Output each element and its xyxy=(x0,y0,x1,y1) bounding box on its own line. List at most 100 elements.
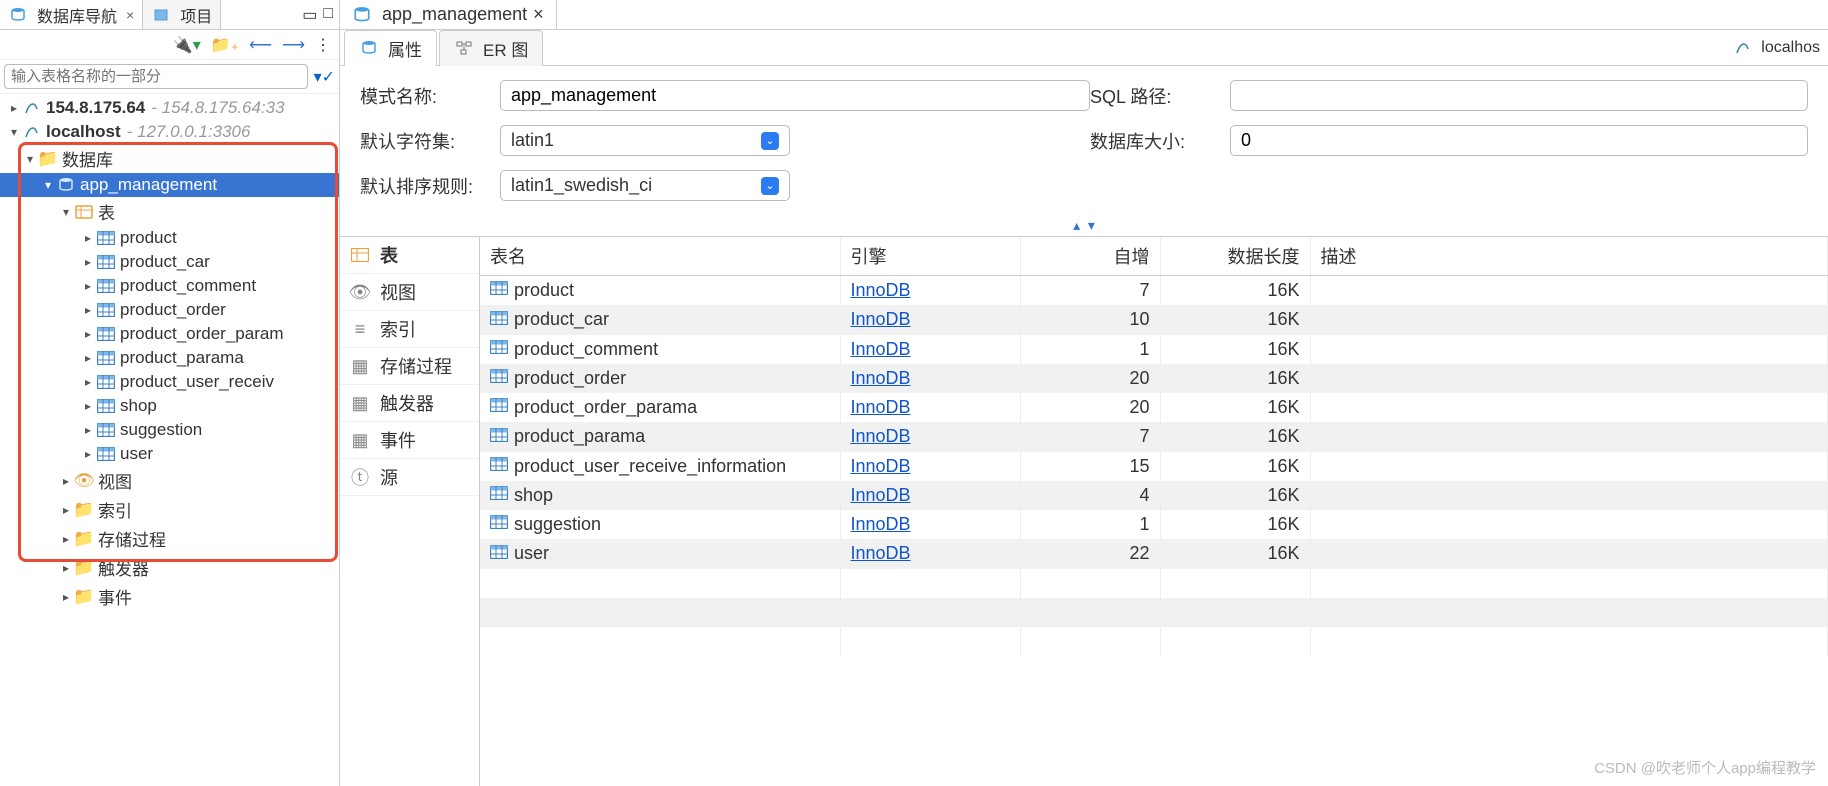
sql-path-input[interactable] xyxy=(1230,80,1808,111)
cell-engine[interactable]: InnoDB xyxy=(851,368,911,388)
new-folder-icon[interactable]: 📁₊ xyxy=(211,35,239,55)
cell-engine[interactable]: InnoDB xyxy=(851,397,911,417)
table-row[interactable]: product_order_paramaInnoDB2016K xyxy=(480,393,1828,422)
table-node[interactable]: ▸product_comment xyxy=(0,274,339,298)
category-node[interactable]: ▸📁存储过程 xyxy=(0,524,339,553)
table-node[interactable]: ▸product_parama xyxy=(0,346,339,370)
splitter-handle[interactable]: ▴ ▾ xyxy=(340,215,1828,236)
expand-icon[interactable]: ▸ xyxy=(80,447,96,461)
close-icon[interactable]: × xyxy=(126,7,134,23)
collapse-icon[interactable]: ▾ xyxy=(40,178,56,192)
expand-icon[interactable]: ▸ xyxy=(80,423,96,437)
expand-icon[interactable]: ▸ xyxy=(80,279,96,293)
arrow-left-icon[interactable]: ⟵ xyxy=(249,35,272,55)
expand-icon[interactable]: ▸ xyxy=(80,303,96,317)
close-icon[interactable]: × xyxy=(533,4,544,25)
table-row[interactable]: suggestionInnoDB116K xyxy=(480,510,1828,539)
table-row[interactable]: shopInnoDB416K xyxy=(480,481,1828,510)
table-icon xyxy=(96,420,116,440)
category-item[interactable]: ▦触发器 xyxy=(340,385,479,422)
cell-autoinc: 7 xyxy=(1020,422,1160,451)
category-item[interactable]: ▦事件 xyxy=(340,422,479,459)
menu-icon[interactable]: ⋮ xyxy=(315,35,331,55)
table-node[interactable]: ▸shop xyxy=(0,394,339,418)
expand-icon[interactable]: ▸ xyxy=(58,590,74,604)
minimize-icon[interactable]: ▭ xyxy=(302,5,317,25)
tab-er-diagram[interactable]: ER 图 xyxy=(439,30,543,66)
category-node[interactable]: ▸👁视图 xyxy=(0,466,339,495)
main-tab[interactable]: app_management × xyxy=(340,0,557,29)
cell-engine[interactable]: InnoDB xyxy=(851,543,911,563)
expand-icon[interactable]: ▸ xyxy=(6,101,22,115)
charset-select[interactable]: latin1⌄ xyxy=(500,125,790,156)
cell-engine[interactable]: InnoDB xyxy=(851,280,911,300)
cell-engine[interactable]: InnoDB xyxy=(851,426,911,446)
connection-badge[interactable]: localhos xyxy=(1733,38,1820,58)
collapse-icon[interactable]: ▾ xyxy=(58,205,74,219)
table-node[interactable]: ▸product_user_receiv xyxy=(0,370,339,394)
expand-icon[interactable]: ▸ xyxy=(58,532,74,546)
expand-icon[interactable]: ▸ xyxy=(58,561,74,575)
cell-engine[interactable]: InnoDB xyxy=(851,339,911,359)
tables-node[interactable]: ▾ 表 xyxy=(0,197,339,226)
category-item[interactable]: ⓣ源 xyxy=(340,459,479,496)
table-node[interactable]: ▸product_order_param xyxy=(0,322,339,346)
db-size-input[interactable] xyxy=(1230,125,1808,156)
table-row[interactable]: product_user_receive_informationInnoDB15… xyxy=(480,452,1828,481)
category-item[interactable]: 表 xyxy=(340,237,479,274)
table-node[interactable]: ▸user xyxy=(0,442,339,466)
table-row[interactable]: product_commentInnoDB116K xyxy=(480,335,1828,364)
filter-icon[interactable]: ▾✓ xyxy=(314,67,335,87)
category-item[interactable]: 👁视图 xyxy=(340,274,479,311)
expand-icon[interactable]: ▸ xyxy=(58,503,74,517)
expand-icon[interactable]: ▸ xyxy=(80,375,96,389)
tab-project[interactable]: 项目 xyxy=(143,0,221,29)
left-tabstrip: 数据库导航 × 项目 ▭ □ xyxy=(0,0,339,30)
table-node[interactable]: ▸product xyxy=(0,226,339,250)
expand-icon[interactable]: ▸ xyxy=(80,255,96,269)
tab-db-nav[interactable]: 数据库导航 × xyxy=(0,0,143,29)
table-node[interactable]: ▸product_order xyxy=(0,298,339,322)
tab-properties[interactable]: 属性 xyxy=(344,30,437,66)
cell-engine[interactable]: InnoDB xyxy=(851,514,911,534)
restore-icon[interactable]: □ xyxy=(323,5,333,25)
category-node[interactable]: ▸📁触发器 xyxy=(0,553,339,582)
table-icon xyxy=(490,369,510,389)
server-node[interactable]: ▸ 154.8.175.64 - 154.8.175.64:33 xyxy=(0,96,339,120)
collation-select[interactable]: latin1_swedish_ci⌄ xyxy=(500,170,790,201)
database-node[interactable]: ▾ app_management xyxy=(0,173,339,197)
expand-icon[interactable]: ▸ xyxy=(80,351,96,365)
server-node[interactable]: ▾ localhost - 127.0.0.1:3306 xyxy=(0,120,339,144)
col-desc[interactable]: 描述 xyxy=(1310,237,1828,276)
collapse-icon[interactable]: ▾ xyxy=(22,152,38,166)
table-row[interactable]: product_paramaInnoDB716K xyxy=(480,422,1828,451)
table-row[interactable]: userInnoDB2216K xyxy=(480,539,1828,568)
collapse-icon[interactable]: ▾ xyxy=(6,125,22,139)
cell-engine[interactable]: InnoDB xyxy=(851,485,911,505)
category-item[interactable]: ≡索引 xyxy=(340,311,479,348)
category-node[interactable]: ▸📁索引 xyxy=(0,495,339,524)
expand-icon[interactable]: ▸ xyxy=(80,327,96,341)
category-item[interactable]: ▦存储过程 xyxy=(340,348,479,385)
table-row[interactable]: product_carInnoDB1016K xyxy=(480,305,1828,334)
cell-engine[interactable]: InnoDB xyxy=(851,309,911,329)
col-autoinc[interactable]: 自增 xyxy=(1020,237,1160,276)
table-node[interactable]: ▸product_car xyxy=(0,250,339,274)
schema-name-input[interactable] xyxy=(500,80,1090,111)
col-datalen[interactable]: 数据长度 xyxy=(1160,237,1310,276)
col-name[interactable]: 表名 xyxy=(480,237,840,276)
plug-icon[interactable]: 🔌▾ xyxy=(173,35,201,55)
expand-icon[interactable]: ▸ xyxy=(80,231,96,245)
expand-icon[interactable]: ▸ xyxy=(58,474,74,488)
table-row[interactable]: productInnoDB716K xyxy=(480,276,1828,306)
expand-icon[interactable]: ▸ xyxy=(80,399,96,413)
cell-name: product xyxy=(514,280,574,300)
category-node[interactable]: ▸📁事件 xyxy=(0,582,339,611)
arrow-right-icon[interactable]: ⟶ xyxy=(282,35,305,55)
table-row[interactable]: product_orderInnoDB2016K xyxy=(480,364,1828,393)
col-engine[interactable]: 引擎 xyxy=(840,237,1020,276)
search-input[interactable] xyxy=(4,64,308,89)
cell-engine[interactable]: InnoDB xyxy=(851,456,911,476)
table-node[interactable]: ▸suggestion xyxy=(0,418,339,442)
databases-node[interactable]: ▾ 📁 数据库 xyxy=(0,144,339,173)
